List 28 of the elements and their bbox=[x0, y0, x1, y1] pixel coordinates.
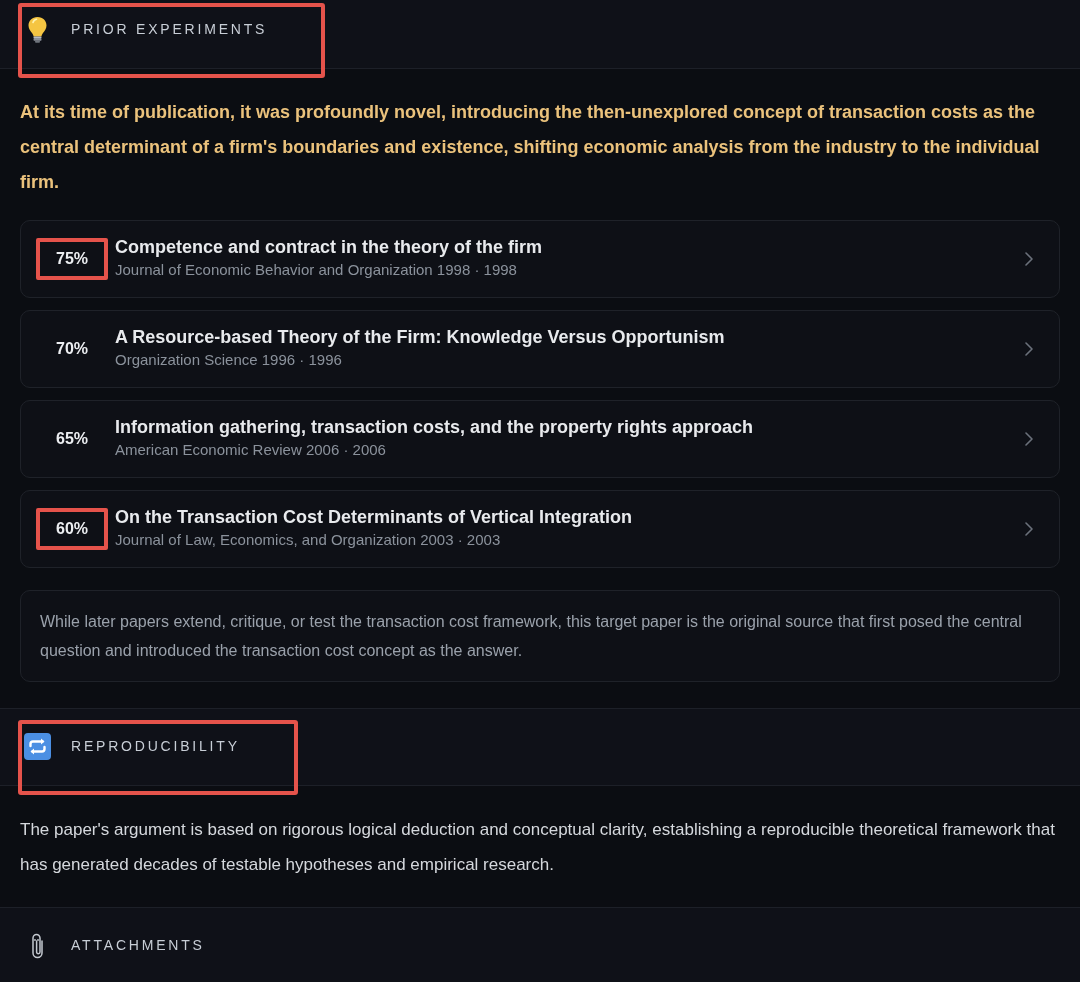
note-text: While later papers extend, critique, or test the transaction cost framework, this target paper is the original source that first posed the central question and introduced the transaction cost concept as the answer. bbox=[40, 612, 1023, 661]
paper-meta: American Economic Review 2006 · 2006 bbox=[115, 440, 387, 460]
lightbulb-icon bbox=[26, 16, 48, 43]
paper-meta: Journal of Law, Economics, and Organization 2003 · 2003 bbox=[115, 530, 502, 550]
paper-title: Competence and contract in the theory of the firm bbox=[115, 236, 544, 259]
match-percent: 75% bbox=[56, 249, 88, 269]
paper-meta: Journal of Economic Behavior and Organization 1998 · 1998 bbox=[115, 260, 518, 280]
paper-card[interactable]: 65% Information gathering, transaction costs, and the property rights approach American Economic Review 2006 · 2006 bbox=[20, 400, 1060, 478]
section-title: PRIOR EXPERIMENTS bbox=[71, 20, 268, 39]
paper-title: Information gathering, transaction costs, and the property rights approach bbox=[115, 416, 755, 439]
section-title: ATTACHMENTS bbox=[71, 936, 205, 955]
paper-title: A Resource-based Theory of the Firm: Knowledge Versus Opportunism bbox=[115, 326, 726, 349]
chevron-right-icon bbox=[1025, 432, 1033, 446]
match-percent: 60% bbox=[56, 519, 88, 539]
summary-text: At its time of publication, it was profoundly novel, introducing the then-unexplored concept of transaction costs as the central determinant of a firm's boundaries and existence, shifting economic analysis from the industry to the individual firm. bbox=[20, 101, 1041, 194]
match-percent: 70% bbox=[56, 339, 88, 359]
paper-card[interactable]: 70% A Resource-based Theory of the Firm: Knowledge Versus Opportunism Organization Science 1996 · 1996 bbox=[20, 310, 1060, 388]
repeat-icon bbox=[23, 733, 51, 760]
match-percent: 65% bbox=[56, 429, 88, 449]
paper-card[interactable]: 60% On the Transaction Cost Determinants of Vertical Integration Journal of Law, Economics, and Organization 2003 · 2003 bbox=[20, 490, 1060, 568]
paper-card[interactable]: 75% Competence and contract in the theory of the firm Journal of Economic Behavior and Organization 1998 · 1998 bbox=[20, 220, 1060, 298]
chevron-right-icon bbox=[1025, 252, 1033, 266]
paper-meta: Organization Science 1996 · 1996 bbox=[115, 350, 343, 370]
paper-title: On the Transaction Cost Determinants of Vertical Integration bbox=[115, 506, 634, 529]
section-title: REPRODUCIBILITY bbox=[71, 737, 240, 756]
chevron-right-icon bbox=[1025, 342, 1033, 356]
body-text: The paper's argument is based on rigorous logical deduction and conceptual clarity, establishing a reproducible theoretical framework that has generated decades of testable hypotheses and empirical research. bbox=[20, 819, 1056, 876]
chevron-right-icon bbox=[1025, 522, 1033, 536]
